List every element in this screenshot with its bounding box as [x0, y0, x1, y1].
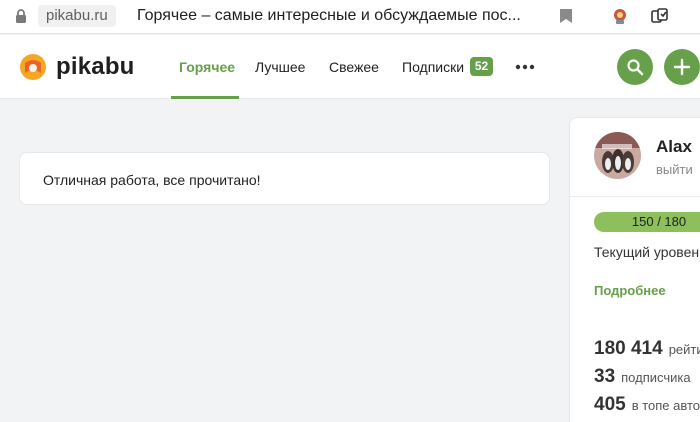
stat-label: в топе авторов — [631, 398, 700, 413]
stat-value: 405 — [594, 394, 626, 415]
plus-icon — [673, 58, 691, 76]
search-button[interactable] — [617, 49, 653, 85]
stat-subscribers: 33 подписчика — [594, 366, 691, 388]
add-post-button[interactable] — [664, 49, 700, 85]
tab-title: Горячее – самые интересные и обсуждаемые… — [137, 7, 521, 24]
stat-value: 33 — [594, 366, 616, 387]
stat-label: подписчика — [621, 370, 691, 385]
extension-icon[interactable] — [610, 6, 630, 26]
more-dots-icon[interactable] — [515, 57, 535, 77]
level-progress-bar: 150 / 180 — [594, 212, 700, 232]
browser-menu-icon[interactable] — [650, 7, 670, 27]
avatar-image — [594, 132, 641, 179]
logo-text: pikabu — [56, 53, 135, 80]
tab-fresh[interactable]: Свежее — [329, 59, 379, 75]
bookmark-icon[interactable] — [559, 8, 573, 24]
stat-top-authors: 405 в топе авторов — [594, 394, 700, 416]
notice-text: Отличная работа, все прочитано! — [43, 172, 261, 188]
active-tab-indicator — [171, 96, 239, 99]
search-icon — [627, 59, 644, 76]
avatar[interactable] — [594, 132, 641, 179]
pikabu-logo-icon — [20, 54, 46, 80]
current-level-label: Текущий уровень — [594, 244, 700, 260]
profile-panel: Alax выйти 150 / 180 Текущий уровень Под… — [569, 117, 700, 422]
site-header: pikabu Горячее Лучшее Свежее Подписки 52 — [0, 35, 700, 99]
stat-label: рейтинг — [668, 342, 700, 357]
pikabu-logo[interactable]: pikabu — [19, 52, 135, 82]
tab-best[interactable]: Лучшее — [255, 59, 305, 75]
stat-rating: 180 414 рейтинг — [594, 338, 700, 360]
logout-link[interactable]: выйти — [656, 162, 693, 177]
level-progress-text: 150 / 180 — [631, 214, 687, 229]
more-details-link[interactable]: Подробнее — [594, 283, 666, 298]
divider — [570, 196, 700, 197]
user-name[interactable]: Alax — [656, 137, 692, 157]
tab-subscriptions[interactable]: Подписки — [402, 59, 464, 75]
tab-hot[interactable]: Горячее — [179, 59, 235, 75]
all-read-notice: Отличная работа, все прочитано! — [19, 152, 550, 205]
browser-toolbar: pikabu.ru Горячее – самые интересные и о… — [0, 0, 700, 34]
subscriptions-count-badge: 52 — [470, 57, 493, 76]
url-field[interactable]: pikabu.ru — [38, 5, 116, 27]
lock-icon[interactable] — [13, 8, 29, 24]
stat-value: 180 414 — [594, 338, 663, 359]
